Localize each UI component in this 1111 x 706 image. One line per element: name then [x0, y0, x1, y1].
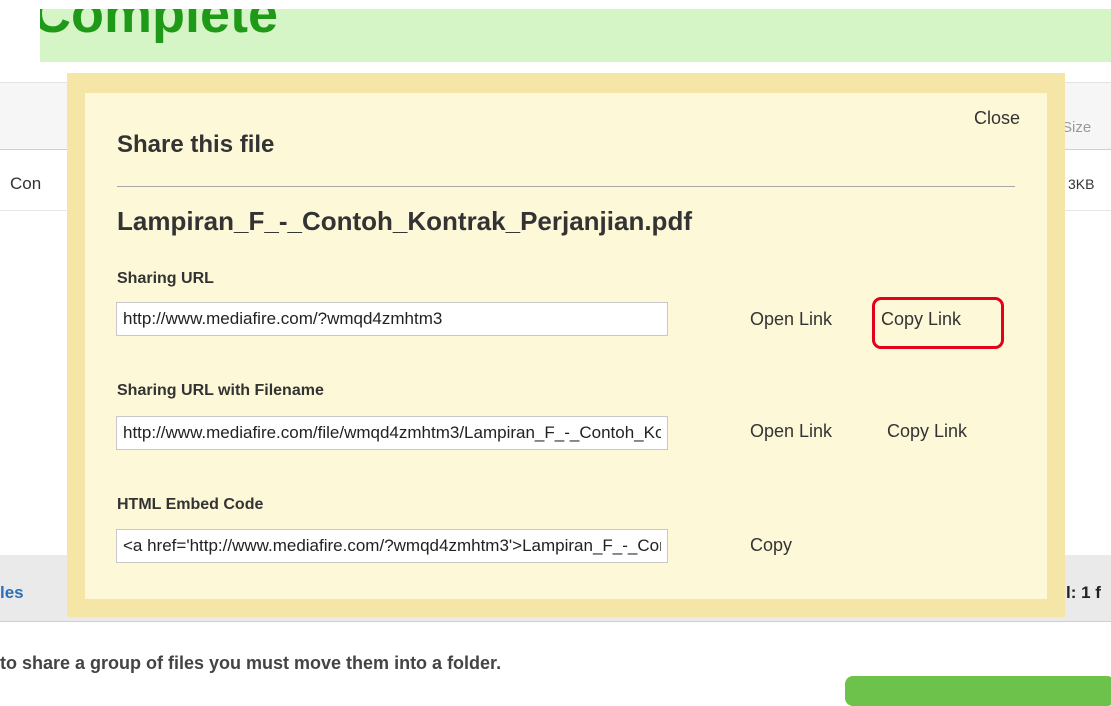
open-link-button[interactable]: Open Link: [750, 309, 832, 330]
dialog-divider: [117, 186, 1015, 187]
files-link[interactable]: les: [0, 583, 24, 603]
open-link-filename-button[interactable]: Open Link: [750, 421, 832, 442]
embed-code-input[interactable]: [116, 529, 668, 563]
file-row-size: 3KB: [1068, 176, 1095, 192]
dialog-title: Share this file: [117, 131, 275, 158]
sharing-url-filename-label: Sharing URL with Filename: [117, 382, 324, 399]
green-action-button[interactable]: [845, 676, 1111, 706]
copy-embed-button[interactable]: Copy: [750, 535, 792, 556]
sharing-url-label: Sharing URL: [117, 270, 214, 287]
page-banner: Complete: [40, 9, 1111, 62]
close-button[interactable]: Close: [974, 108, 1020, 129]
sharing-url-input[interactable]: [116, 302, 668, 336]
sharing-url-filename-input[interactable]: [116, 416, 668, 450]
copy-link-highlight: [872, 297, 1004, 349]
file-row-name[interactable]: Con: [10, 174, 41, 194]
folder-share-note: to share a group of files you must move …: [0, 653, 502, 673]
file-name: Lampiran_F_-_Contoh_Kontrak_Perjanjian.p…: [117, 206, 692, 236]
embed-code-label: HTML Embed Code: [117, 496, 264, 513]
total-label: l: 1 f: [1066, 583, 1101, 602]
banner-title: Complete: [40, 9, 279, 44]
copy-link-filename-button[interactable]: Copy Link: [887, 421, 967, 442]
size-column-header[interactable]: Size: [1062, 119, 1091, 136]
